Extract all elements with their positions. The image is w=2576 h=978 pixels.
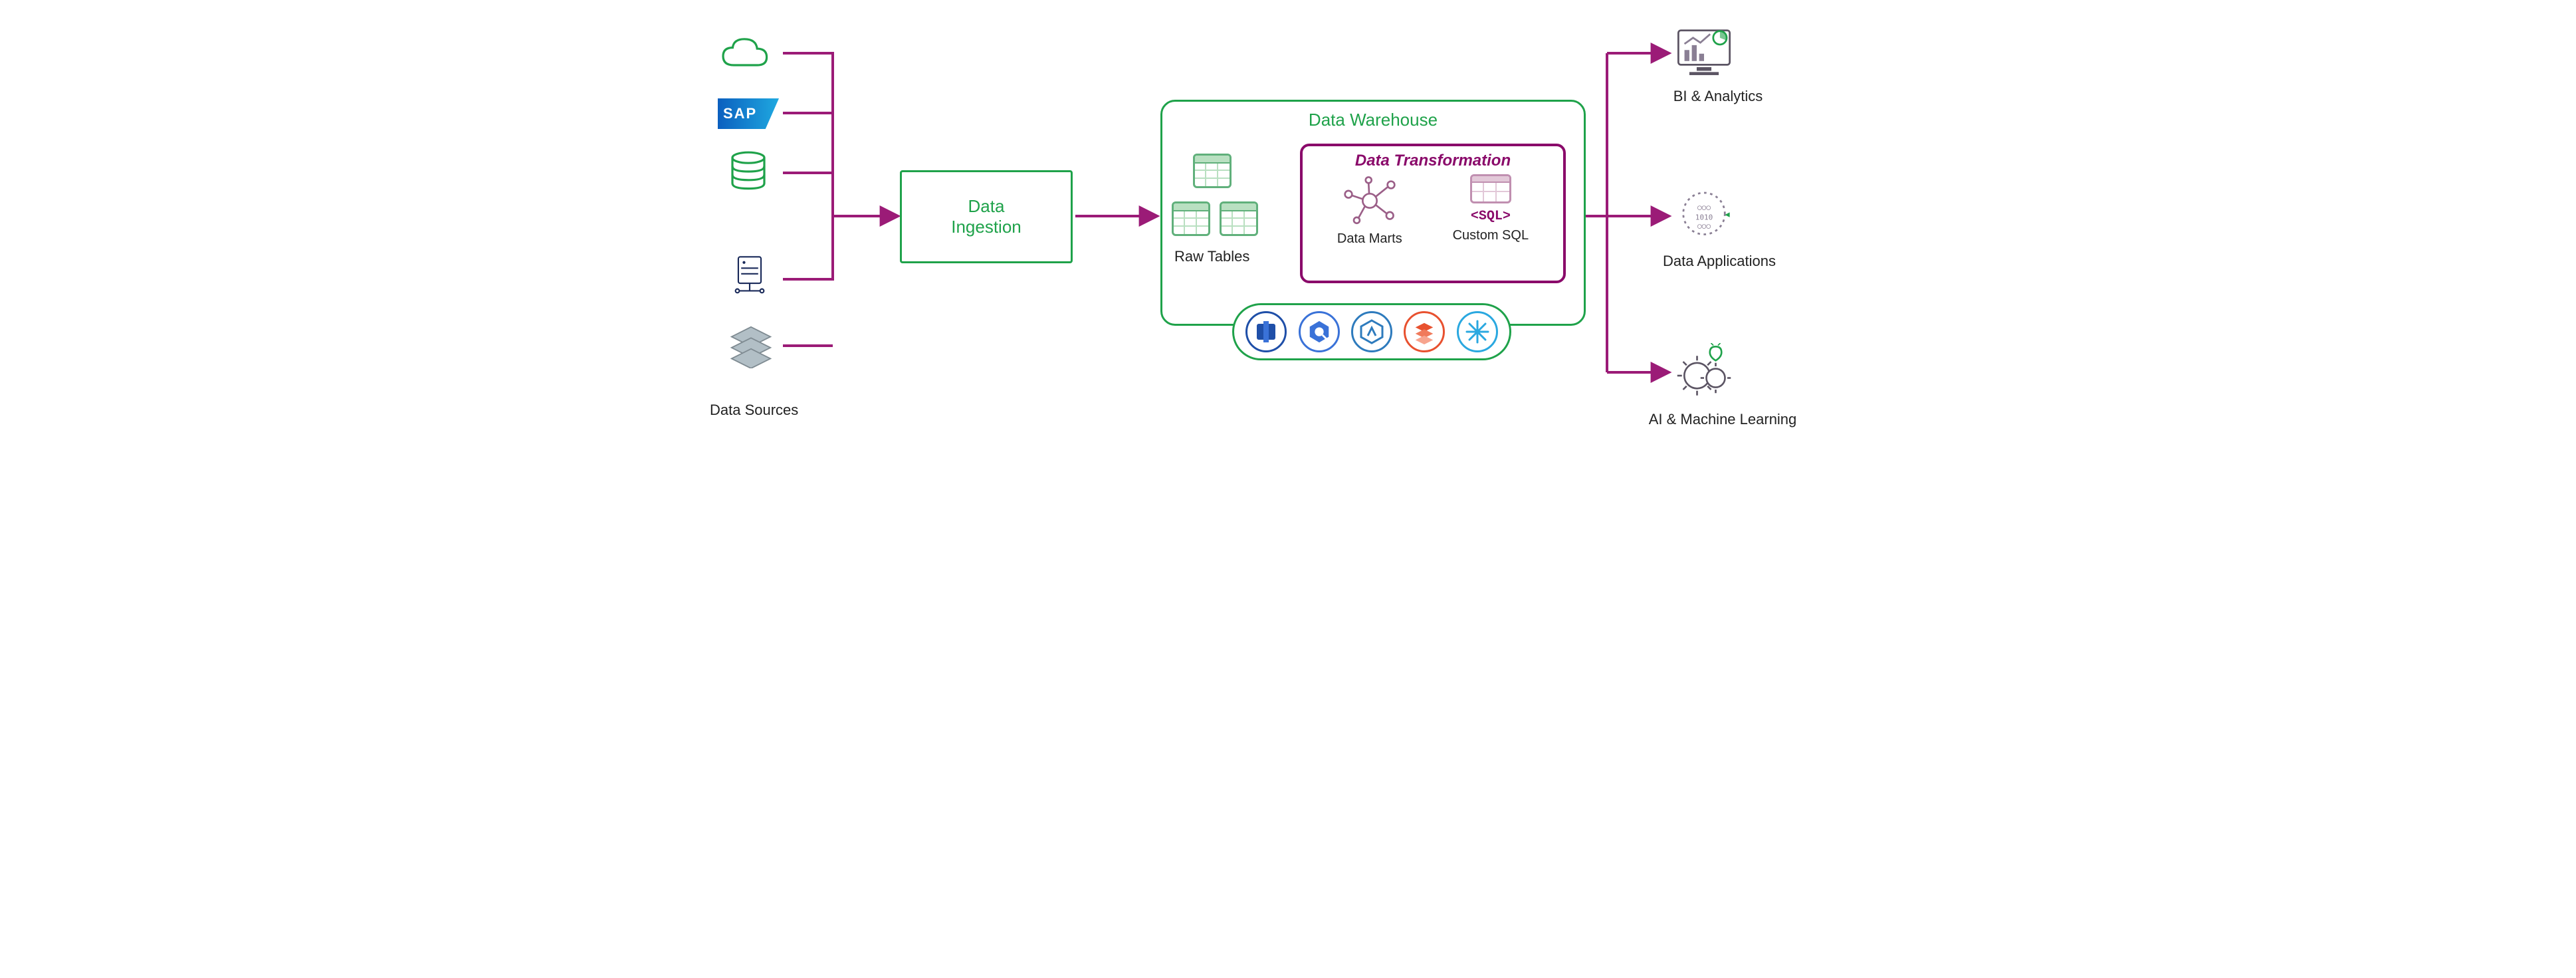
raw-table-icon-3: [1220, 201, 1258, 236]
source-server-icon: [723, 254, 776, 300]
databricks-logo-icon: [1404, 311, 1445, 352]
data-ingestion-box: Data Ingestion: [900, 170, 1073, 263]
raw-table-icon-1: [1193, 154, 1232, 188]
data-warehouse-title: Data Warehouse: [1176, 110, 1570, 130]
synapse-logo-icon: [1351, 311, 1392, 352]
diagram-canvas: SAP Data Sources Data Ingestion Data War…: [703, 0, 1873, 452]
data-sources-label: Data Sources: [710, 402, 798, 419]
bi-analytics-icon: [1673, 24, 1735, 83]
data-marts-column: Data Marts: [1337, 174, 1402, 247]
raw-tables-label: Raw Tables: [1174, 248, 1249, 265]
source-sap-icon: SAP: [718, 98, 779, 129]
data-applications-icon: ○○○1010○○○: [1673, 187, 1735, 247]
sap-badge-text: SAP: [718, 98, 779, 129]
custom-sql-column: <SQL> Custom SQL: [1453, 174, 1529, 247]
data-transformation-box: Data Transformation: [1300, 144, 1566, 283]
ai-ml-label: AI & Machine Learning: [1630, 411, 1816, 428]
data-applications-label: Data Applications: [1650, 253, 1789, 270]
raw-table-icon-2: [1172, 201, 1210, 236]
svg-text:○○○: ○○○: [1697, 221, 1711, 230]
source-database-icon: [722, 150, 775, 196]
ai-ml-icon: [1673, 343, 1735, 402]
source-cloud-icon: [718, 33, 771, 79]
redshift-logo-icon: [1245, 311, 1287, 352]
custom-sql-label: Custom SQL: [1453, 228, 1529, 243]
sql-code-tag: <SQL>: [1471, 209, 1511, 224]
custom-sql-table-icon: [1470, 174, 1511, 203]
data-ingestion-title: Data Ingestion: [951, 196, 1021, 237]
bi-analytics-label: BI & Analytics: [1662, 88, 1774, 105]
snowflake-logo-icon: [1457, 311, 1498, 352]
svg-text:1010: 1010: [1695, 213, 1713, 221]
data-marts-icon: [1340, 174, 1400, 227]
svg-text:○○○: ○○○: [1697, 203, 1711, 212]
data-transformation-title: Data Transformation: [1312, 152, 1554, 170]
data-marts-label: Data Marts: [1337, 231, 1402, 247]
bigquery-logo-icon: [1299, 311, 1340, 352]
warehouse-tech-logos-pill: [1232, 303, 1511, 360]
source-stack-icon: [724, 326, 778, 372]
